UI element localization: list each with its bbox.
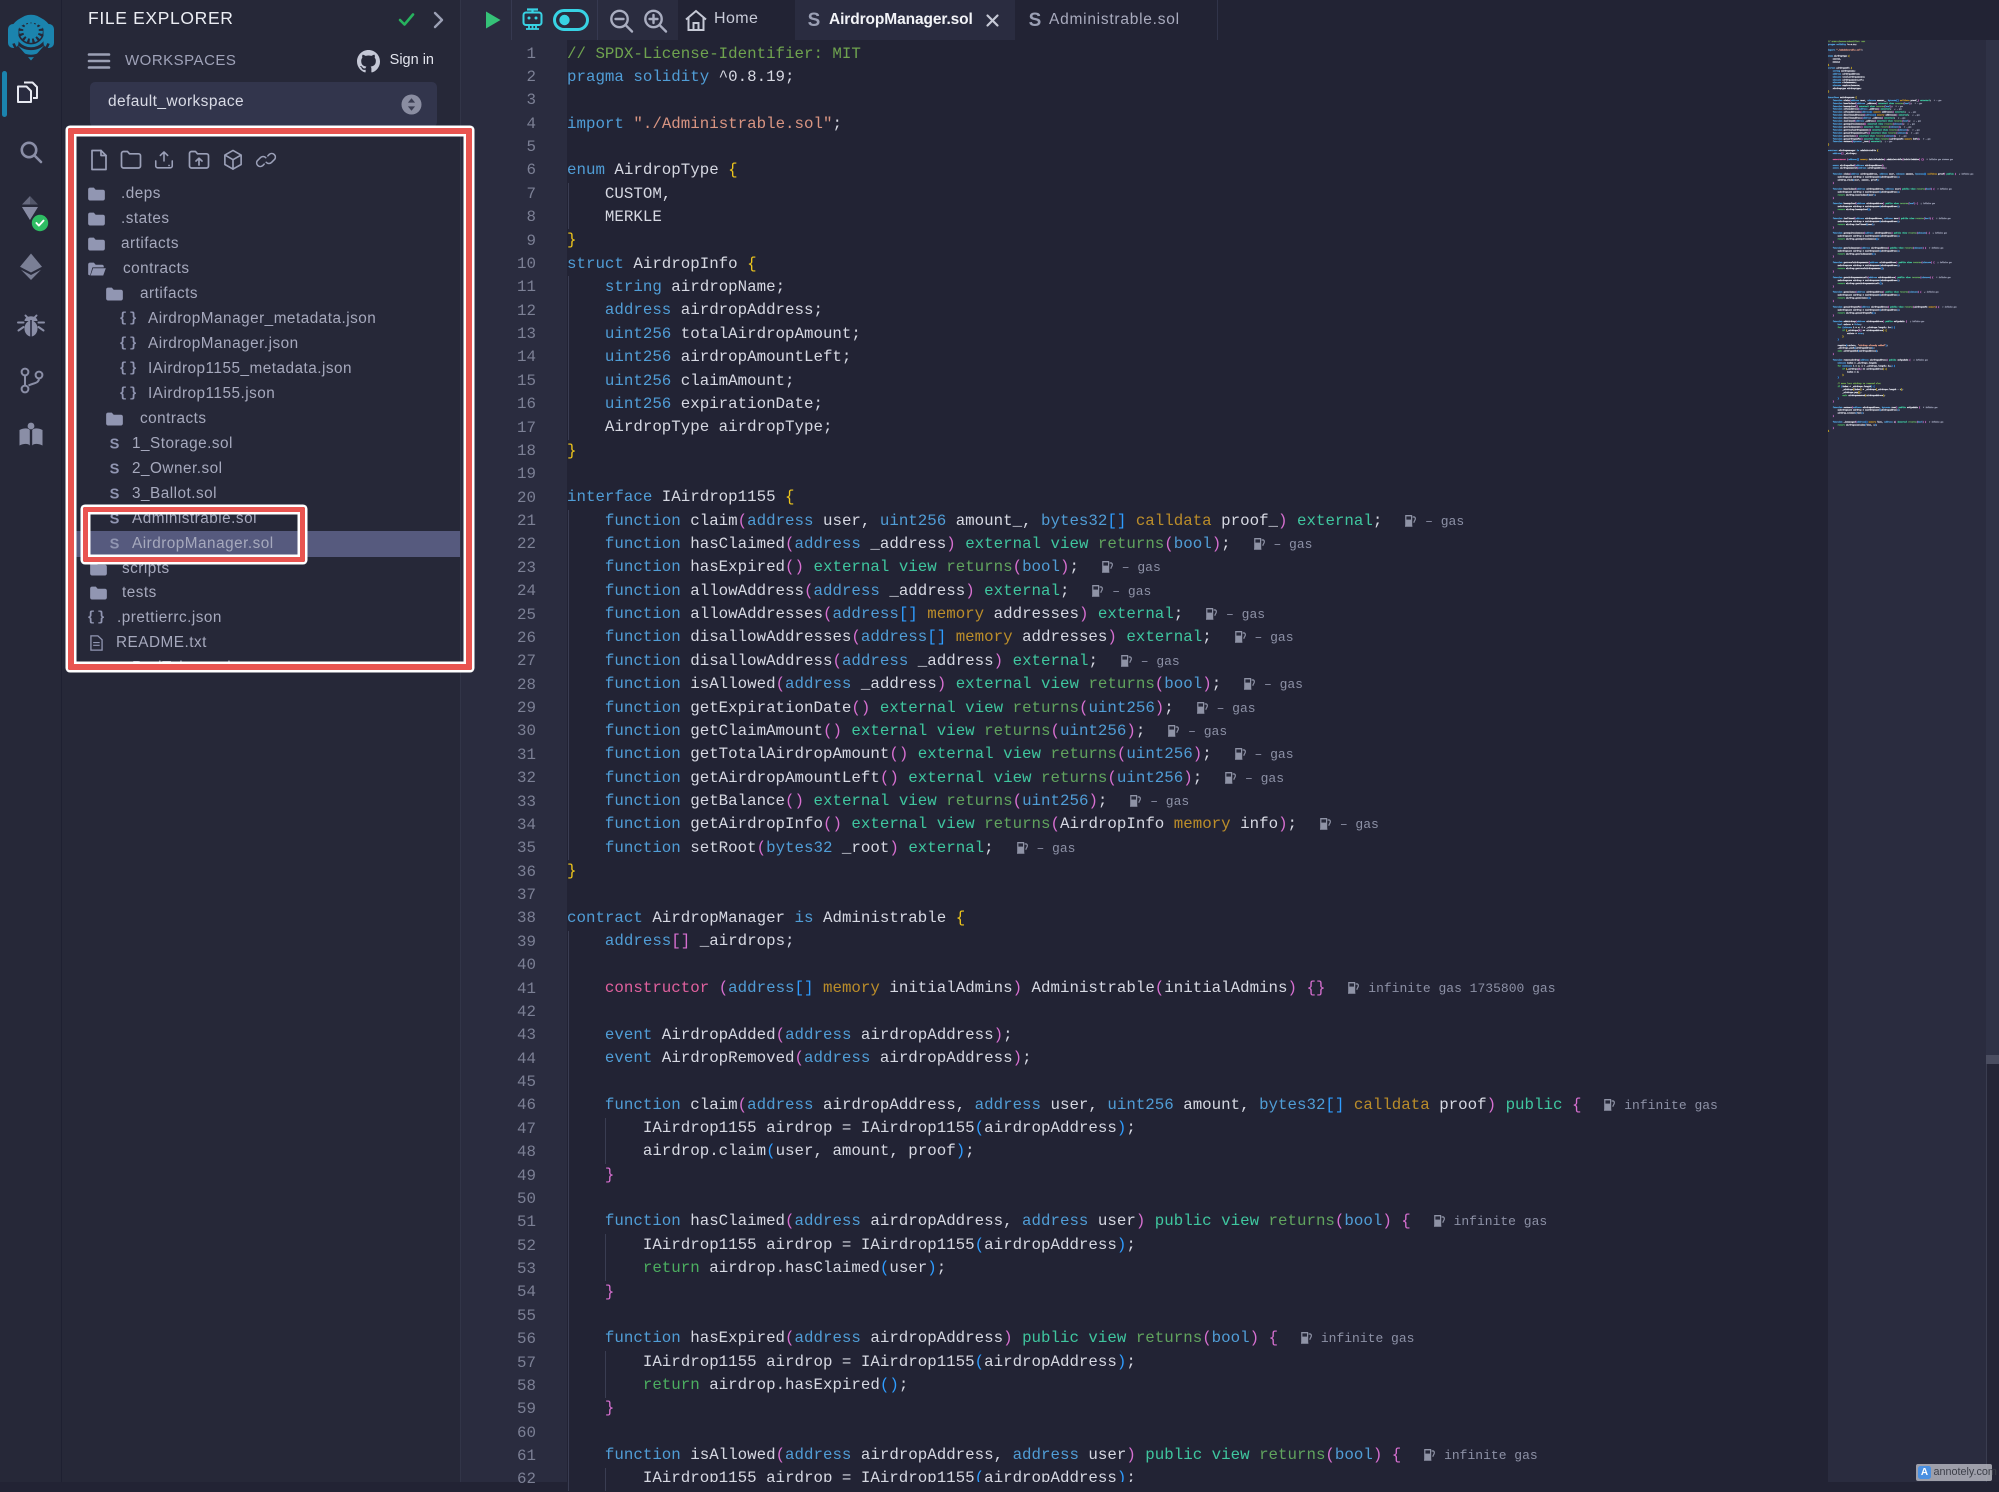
svg-text:S: S xyxy=(808,10,821,30)
svg-text:S: S xyxy=(1029,10,1042,30)
